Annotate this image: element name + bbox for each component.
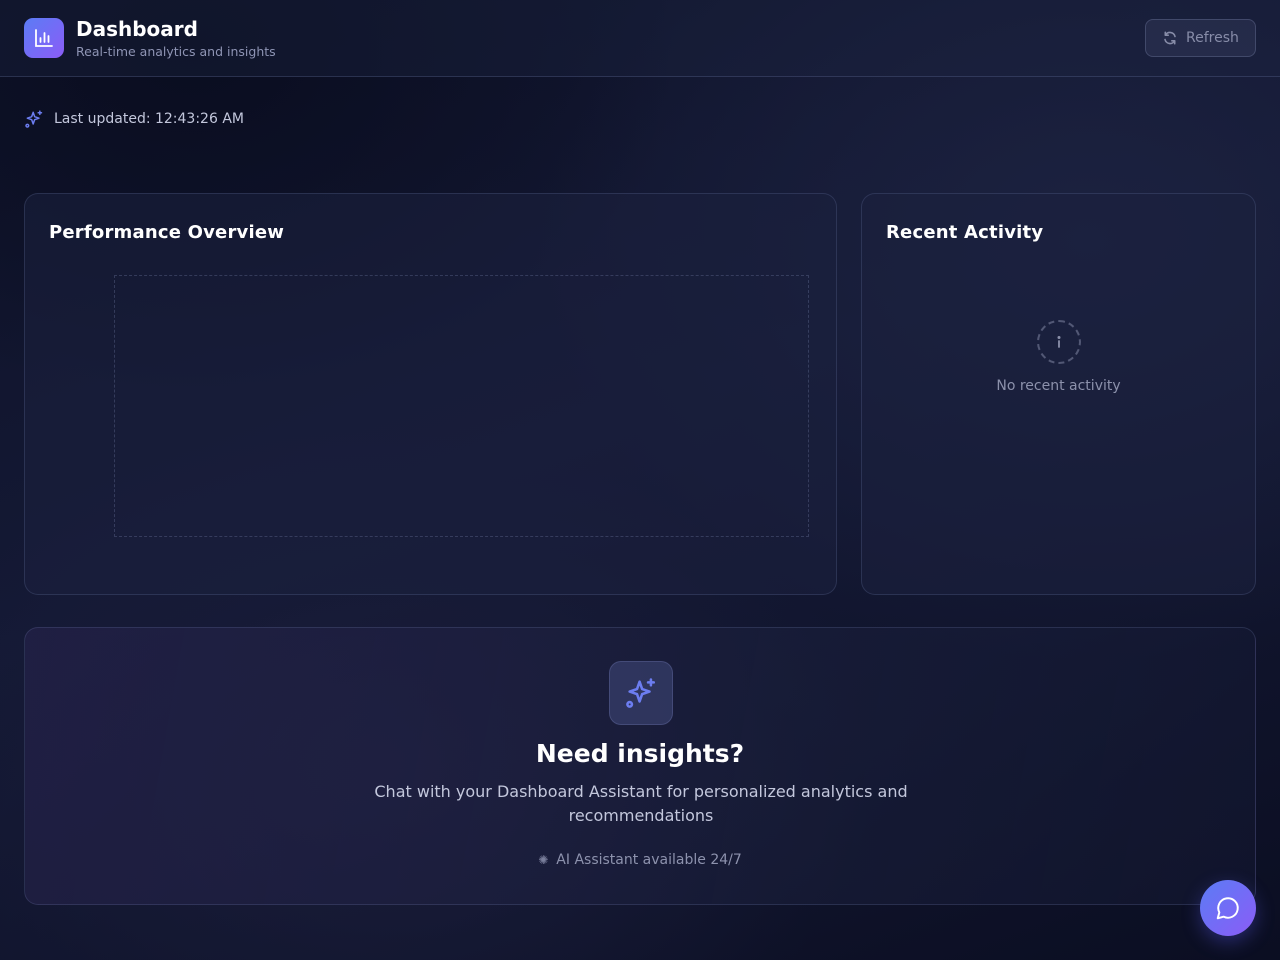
status-dot-icon: ✺ (538, 853, 549, 867)
bar-chart-icon (35, 29, 53, 47)
app-header: Dashboard Real-time analytics and insigh… (0, 0, 1280, 77)
insights-icon-box (609, 661, 673, 725)
performance-card: Performance Overview (24, 193, 837, 595)
page-title: Dashboard (76, 17, 198, 41)
performance-title: Performance Overview (49, 222, 285, 243)
refresh-label: Refresh (1186, 30, 1239, 46)
recent-activity-empty: No recent activity (862, 320, 1255, 394)
empty-activity-text: No recent activity (996, 378, 1121, 394)
assistant-status-text: AI Assistant available 24/7 (556, 852, 742, 868)
insights-card: Need insights? Chat with your Dashboard … (24, 627, 1256, 905)
refresh-button[interactable]: Refresh (1145, 19, 1256, 57)
recent-activity-title: Recent Activity (886, 222, 1044, 243)
logo (24, 18, 64, 58)
sparkles-icon (626, 678, 656, 708)
refresh-icon (1164, 31, 1176, 45)
sparkles-icon (25, 110, 43, 128)
chat-bubble-icon (1216, 897, 1239, 920)
performance-chart-area (114, 275, 809, 537)
info-icon (1036, 320, 1081, 364)
insights-title: Need insights? (535, 739, 745, 768)
assistant-status: ✺ AI Assistant available 24/7 (25, 852, 1255, 868)
insights-description: Chat with your Dashboard Assistant for p… (374, 782, 908, 825)
last-updated-text: Last updated: 12:43:26 AM (54, 111, 244, 127)
recent-activity-card: Recent Activity No recent activity (861, 193, 1256, 595)
page-subtitle: Real-time analytics and insights (76, 44, 276, 59)
last-updated: Last updated: 12:43:26 AM (24, 109, 244, 129)
chat-button[interactable] (1200, 880, 1256, 936)
